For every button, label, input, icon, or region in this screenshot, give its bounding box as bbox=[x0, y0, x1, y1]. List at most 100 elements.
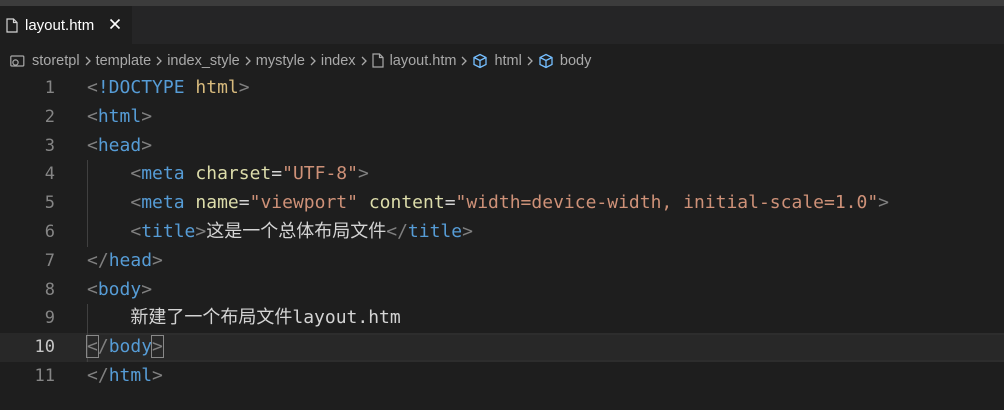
code-line[interactable]: 8 <body> bbox=[0, 276, 1004, 305]
chevron-right-icon bbox=[306, 56, 320, 66]
code-token: > bbox=[195, 220, 207, 242]
code-text: </body> bbox=[86, 333, 164, 362]
chevron-right-icon bbox=[241, 56, 255, 66]
code-line[interactable]: 4 <meta charset="UTF-8"> bbox=[0, 160, 1004, 190]
code-token: < bbox=[86, 335, 99, 359]
breadcrumb-item-index[interactable]: index bbox=[321, 53, 356, 69]
tab-layout-htm[interactable]: layout.htm bbox=[0, 6, 132, 44]
close-icon[interactable] bbox=[106, 15, 124, 33]
code-text: <body> bbox=[87, 276, 152, 305]
tab-label: layout.htm bbox=[25, 16, 95, 34]
code-token: > bbox=[141, 134, 153, 156]
breadcrumb-label: body bbox=[559, 52, 592, 69]
code-line[interactable]: 10 </body> bbox=[0, 333, 1004, 362]
code-token: head bbox=[108, 249, 153, 271]
code-token: < bbox=[87, 105, 98, 127]
code-token: > bbox=[357, 163, 369, 185]
code-text: <head> bbox=[87, 132, 152, 161]
code-token: > bbox=[141, 278, 153, 300]
code-line[interactable]: 1 <!DOCTYPE html> bbox=[0, 74, 1004, 103]
breadcrumb-item-index-style[interactable]: index_style bbox=[167, 53, 240, 69]
code-line[interactable]: 7 </head> bbox=[0, 247, 1004, 276]
code-token: > bbox=[141, 105, 153, 127]
code-line[interactable]: 6 <title>这是一个总体布局文件</title> bbox=[0, 217, 1004, 247]
line-number: 5 bbox=[44, 193, 55, 214]
breadcrumb-label: mystyle bbox=[255, 52, 305, 69]
code-line[interactable]: 3 <head> bbox=[0, 132, 1004, 161]
code-token: = bbox=[238, 192, 250, 214]
chevron-right-icon bbox=[457, 56, 471, 66]
code-text: <title>这是一个总体布局文件</title> bbox=[87, 218, 473, 247]
code-token: </ bbox=[386, 220, 408, 242]
line-number: 7 bbox=[44, 250, 55, 271]
code-line[interactable]: 5 <meta name="viewport" content="width=d… bbox=[0, 189, 1004, 218]
tab-bar: layout.htm bbox=[0, 6, 1004, 44]
code-text: <html> bbox=[87, 103, 152, 132]
symbol-cube-icon bbox=[473, 53, 488, 68]
code-text: </html> bbox=[87, 362, 163, 391]
code-token: < bbox=[130, 192, 142, 214]
code-line[interactable]: 9 新建了一个布局文件layout.htm bbox=[0, 304, 1004, 334]
breadcrumb-label: storetpl bbox=[32, 52, 80, 69]
code-token: > bbox=[878, 192, 890, 214]
line-number: 4 bbox=[44, 164, 55, 185]
code-token: > bbox=[152, 249, 163, 271]
code-token: meta bbox=[141, 192, 185, 214]
folder-remote-icon bbox=[10, 54, 25, 67]
code-text: <meta charset="UTF-8"> bbox=[87, 160, 369, 189]
code-line[interactable]: 2 <html> bbox=[0, 103, 1004, 132]
code-token: </ bbox=[87, 249, 109, 271]
code-token: > bbox=[462, 220, 473, 242]
chevron-right-icon bbox=[523, 56, 537, 66]
breadcrumb-item-template[interactable]: template bbox=[96, 53, 152, 69]
code-token: 新建了一个布局文件layout.htm bbox=[130, 307, 401, 329]
code-token: < bbox=[87, 77, 98, 98]
code-token: > bbox=[151, 335, 164, 359]
code-line[interactable]: 11 </html> bbox=[0, 362, 1004, 391]
code-token: / bbox=[97, 336, 109, 358]
line-number: 8 bbox=[44, 279, 55, 300]
code-token: name bbox=[195, 192, 239, 214]
code-editor[interactable]: 1 <!DOCTYPE html> 2 <html> 3 <head> 4 <meta ch… bbox=[0, 74, 1004, 410]
code-token: html bbox=[97, 105, 142, 127]
code-token: title bbox=[141, 220, 196, 242]
line-number: 3 bbox=[44, 135, 55, 156]
breadcrumb-label: layout.htm bbox=[389, 52, 457, 69]
file-icon bbox=[6, 17, 18, 33]
code-token: body bbox=[108, 336, 153, 358]
breadcrumb-item-body[interactable]: body bbox=[538, 53, 591, 69]
breadcrumb-item-mystyle[interactable]: mystyle bbox=[256, 53, 305, 69]
symbol-cube-icon bbox=[539, 53, 553, 68]
code-token: = bbox=[444, 192, 456, 214]
code-text: <!DOCTYPE html> bbox=[87, 74, 250, 103]
breadcrumb-item-layout-htm[interactable]: layout.htm bbox=[371, 52, 457, 69]
breadcrumb-label: html bbox=[494, 52, 522, 69]
breadcrumb-label: index bbox=[320, 52, 356, 69]
code-token: head bbox=[97, 134, 142, 156]
breadcrumb-label: index_style bbox=[167, 52, 240, 69]
file-icon bbox=[371, 53, 384, 68]
code-token: = bbox=[271, 163, 283, 185]
breadcrumb: storetpl template index_style mystyle in… bbox=[0, 44, 1004, 77]
code-token: > bbox=[152, 364, 163, 386]
code-text: 新建了一个布局文件layout.htm bbox=[87, 304, 401, 333]
code-token: < bbox=[87, 278, 98, 300]
code-token: content bbox=[368, 192, 445, 214]
chevron-right-icon bbox=[152, 56, 166, 66]
code-token: "UTF-8" bbox=[282, 163, 358, 185]
code-token: < bbox=[130, 220, 142, 242]
code-token: 这是一个总体布局文件 bbox=[206, 220, 387, 242]
line-number: 11 bbox=[34, 365, 55, 386]
breadcrumb-item-html[interactable]: html bbox=[472, 52, 522, 69]
code-text: <meta name="viewport" content="width=dev… bbox=[87, 189, 889, 218]
breadcrumb-item-storetpl[interactable]: storetpl bbox=[10, 53, 80, 69]
code-token: body bbox=[97, 278, 142, 300]
chevron-right-icon bbox=[357, 56, 371, 66]
code-token: < bbox=[130, 163, 142, 185]
